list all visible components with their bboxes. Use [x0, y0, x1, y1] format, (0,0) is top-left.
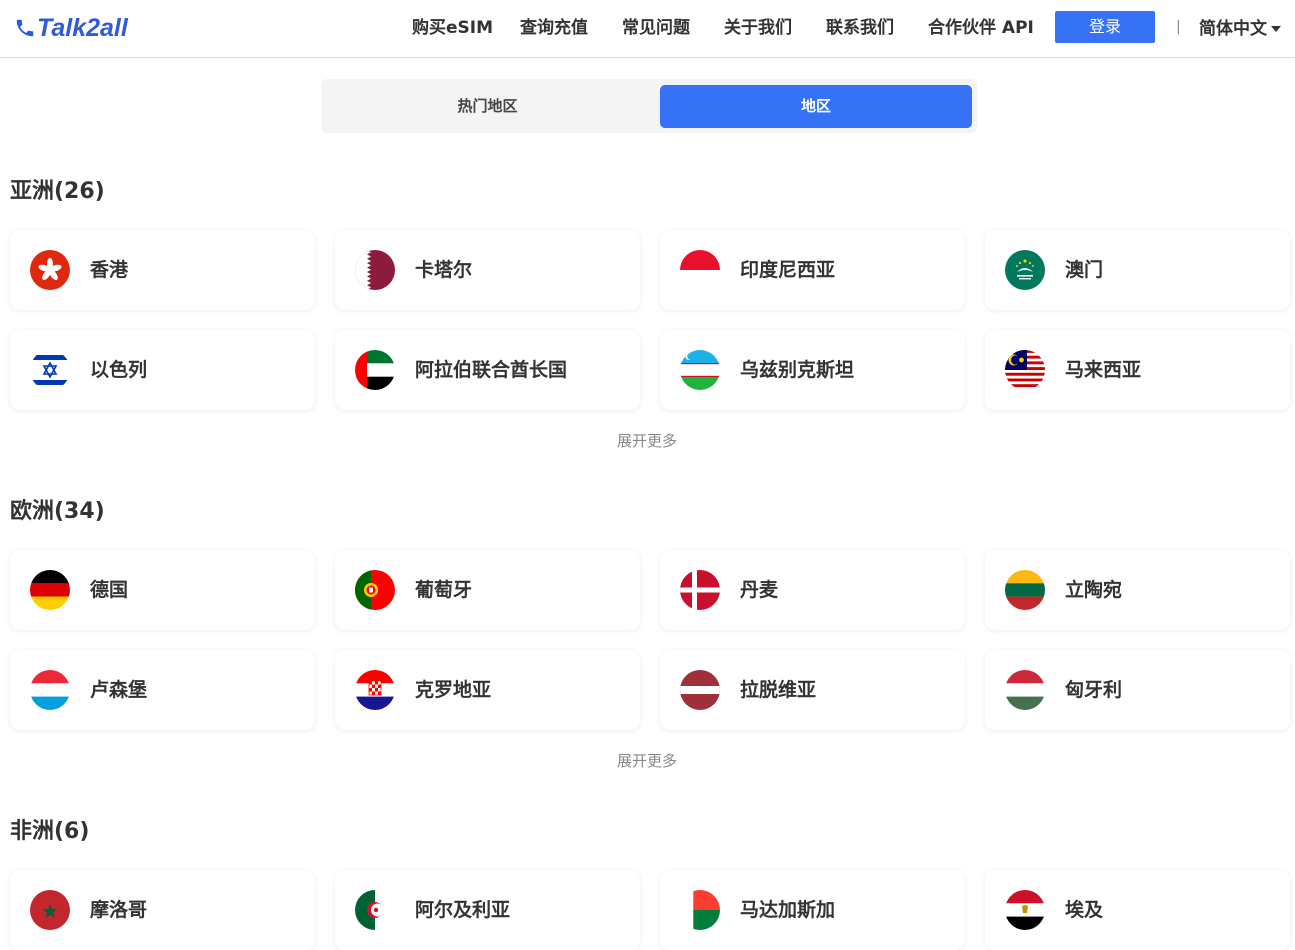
nav-separator: |: [1176, 19, 1181, 35]
country-card[interactable]: 匈牙利: [985, 650, 1290, 730]
section-title-europe: 欧洲(34): [10, 499, 105, 524]
language-selector[interactable]: 简体中文: [1199, 16, 1281, 42]
country-name: 葡萄牙: [415, 579, 473, 601]
nav-contact[interactable]: 联系我们: [826, 15, 894, 41]
germany-flag-icon: [30, 570, 70, 610]
login-button[interactable]: 登录: [1055, 11, 1155, 43]
macau-flag-icon: [1005, 250, 1045, 290]
luxembourg-flag-icon: [30, 670, 70, 710]
country-name: 德国: [90, 579, 129, 601]
region-tabs: 热门地区 地区: [321, 79, 977, 133]
country-name: 立陶宛: [1065, 579, 1123, 601]
algeria-flag-icon: [355, 890, 395, 930]
country-card[interactable]: 拉脱维亚: [660, 650, 965, 730]
site-header: Talk2all 购买eSIM 查询充值 常见问题 关于我们 联系我们 合作伙伴…: [0, 0, 1295, 58]
section-title-africa: 非洲(6): [10, 819, 90, 844]
country-name: 克罗地亚: [415, 679, 492, 701]
nav-partner-api[interactable]: 合作伙伴 API: [928, 15, 1034, 41]
country-card[interactable]: 葡萄牙: [335, 550, 640, 630]
country-name: 澳门: [1065, 259, 1104, 281]
madagascar-flag-icon: [680, 890, 720, 930]
country-name: 卢森堡: [90, 679, 148, 701]
country-name: 马来西亚: [1065, 359, 1142, 381]
nav-faq[interactable]: 常见问题: [622, 15, 690, 41]
israel-flag-icon: [30, 350, 70, 390]
country-name: 以色列: [90, 359, 148, 381]
section-title-asia: 亚洲(26): [10, 179, 105, 204]
country-name: 马达加斯加: [740, 899, 836, 921]
country-name: 香港: [90, 259, 129, 281]
denmark-flag-icon: [680, 570, 720, 610]
malaysia-flag-icon: [1005, 350, 1045, 390]
country-card[interactable]: 丹麦: [660, 550, 965, 630]
lithuania-flag-icon: [1005, 570, 1045, 610]
language-label: 简体中文: [1199, 19, 1267, 39]
qatar-flag-icon: [355, 250, 395, 290]
uae-flag-icon: [355, 350, 395, 390]
expand-more-europe[interactable]: 展开更多: [617, 751, 677, 771]
country-card[interactable]: 阿尔及利亚: [335, 870, 640, 950]
indonesia-flag-icon: [680, 250, 720, 290]
country-card[interactable]: 卡塔尔: [335, 230, 640, 310]
country-card[interactable]: 埃及: [985, 870, 1290, 950]
tab-regions[interactable]: 地区: [660, 85, 972, 128]
country-card[interactable]: 阿拉伯联合酋长国: [335, 330, 640, 410]
latvia-flag-icon: [680, 670, 720, 710]
country-card[interactable]: 马来西亚: [985, 330, 1290, 410]
hong-kong-flag-icon: [30, 250, 70, 290]
country-name: 拉脱维亚: [740, 679, 817, 701]
portugal-flag-icon: [355, 570, 395, 610]
country-card[interactable]: 德国: [10, 550, 315, 630]
country-card[interactable]: 马达加斯加: [660, 870, 965, 950]
country-card[interactable]: 以色列: [10, 330, 315, 410]
country-name: 丹麦: [740, 579, 779, 601]
country-name: 匈牙利: [1065, 679, 1123, 701]
morocco-flag-icon: [30, 890, 70, 930]
country-card[interactable]: 香港: [10, 230, 315, 310]
country-card[interactable]: 卢森堡: [10, 650, 315, 730]
country-name: 印度尼西亚: [740, 259, 836, 281]
country-card[interactable]: 澳门: [985, 230, 1290, 310]
nav-about[interactable]: 关于我们: [724, 15, 792, 41]
country-card[interactable]: 摩洛哥: [10, 870, 315, 950]
country-name: 乌兹别克斯坦: [740, 359, 855, 381]
nav-buy-esim[interactable]: 购买eSIM: [412, 15, 493, 41]
country-name: 摩洛哥: [90, 899, 148, 921]
expand-more-asia[interactable]: 展开更多: [617, 431, 677, 451]
country-name: 埃及: [1065, 899, 1104, 921]
caret-down-icon: [1271, 26, 1281, 32]
uzbekistan-flag-icon: [680, 350, 720, 390]
country-name: 阿尔及利亚: [415, 899, 511, 921]
hungary-flag-icon: [1005, 670, 1045, 710]
country-card[interactable]: 立陶宛: [985, 550, 1290, 630]
croatia-flag-icon: [355, 670, 395, 710]
country-name: 阿拉伯联合酋长国: [415, 359, 568, 381]
country-card[interactable]: 克罗地亚: [335, 650, 640, 730]
country-card[interactable]: 印度尼西亚: [660, 230, 965, 310]
egypt-flag-icon: [1005, 890, 1045, 930]
nav-recharge[interactable]: 查询充值: [520, 15, 588, 41]
country-card[interactable]: 乌兹别克斯坦: [660, 330, 965, 410]
country-name: 卡塔尔: [415, 259, 473, 281]
tab-hot-regions[interactable]: 热门地区: [327, 85, 648, 128]
